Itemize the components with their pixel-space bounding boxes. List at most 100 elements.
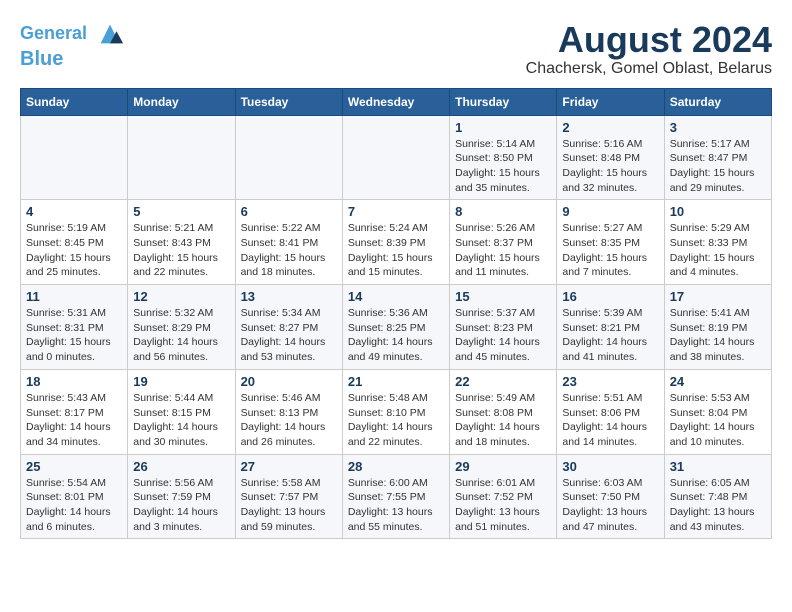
day-cell: 15 Sunrise: 5:37 AMSunset: 8:23 PMDayligh…	[450, 285, 557, 370]
day-info: Sunrise: 5:53 AMSunset: 8:04 PMDaylight:…	[670, 391, 766, 450]
day-number: 4	[26, 204, 122, 219]
logo: General Blue	[20, 20, 124, 70]
header-day-tuesday: Tuesday	[235, 88, 342, 115]
week-row-4: 18 Sunrise: 5:43 AMSunset: 8:17 PMDayligh…	[21, 369, 772, 454]
day-info: Sunrise: 5:17 AMSunset: 8:47 PMDaylight:…	[670, 137, 766, 196]
day-info: Sunrise: 5:54 AMSunset: 8:01 PMDaylight:…	[26, 476, 122, 535]
day-number: 6	[241, 204, 337, 219]
day-cell: 3 Sunrise: 5:17 AMSunset: 8:47 PMDaylight…	[664, 115, 771, 200]
week-row-5: 25 Sunrise: 5:54 AMSunset: 8:01 PMDayligh…	[21, 454, 772, 539]
day-number: 15	[455, 289, 551, 304]
header-day-saturday: Saturday	[664, 88, 771, 115]
day-cell: 2Sunrise: 5:16 AMSunset: 8:48 PMDaylight…	[557, 115, 664, 200]
day-number: 8	[455, 204, 551, 219]
day-cell: 21 Sunrise: 5:48 AMSunset: 8:10 PMDayligh…	[342, 369, 449, 454]
day-cell: 8 Sunrise: 5:26 AMSunset: 8:37 PMDaylight…	[450, 200, 557, 285]
day-cell: 6 Sunrise: 5:22 AMSunset: 8:41 PMDaylight…	[235, 200, 342, 285]
header-row: SundayMondayTuesdayWednesdayThursdayFrid…	[21, 88, 772, 115]
day-cell: 12 Sunrise: 5:32 AMSunset: 8:29 PMDayligh…	[128, 285, 235, 370]
day-info: Sunrise: 5:21 AMSunset: 8:43 PMDaylight:…	[133, 221, 229, 280]
day-number: 1	[455, 120, 551, 135]
logo-blue: Blue	[20, 48, 63, 70]
day-cell: 10Sunrise: 5:29 AMSunset: 8:33 PMDayligh…	[664, 200, 771, 285]
day-cell: 1Sunrise: 5:14 AMSunset: 8:50 PMDaylight…	[450, 115, 557, 200]
day-info: Sunrise: 5:49 AMSunset: 8:08 PMDaylight:…	[455, 391, 551, 450]
day-number: 24	[670, 374, 766, 389]
calendar-title: August 2024	[526, 20, 772, 60]
day-cell: 29 Sunrise: 6:01 AMSunset: 7:52 PMDayligh…	[450, 454, 557, 539]
day-cell: 28Sunrise: 6:00 AMSunset: 7:55 PMDayligh…	[342, 454, 449, 539]
day-cell: 23 Sunrise: 5:51 AMSunset: 8:06 PMDayligh…	[557, 369, 664, 454]
day-cell: 4 Sunrise: 5:19 AMSunset: 8:45 PMDaylight…	[21, 200, 128, 285]
day-number: 12	[133, 289, 229, 304]
day-cell: 16 Sunrise: 5:39 AMSunset: 8:21 PMDayligh…	[557, 285, 664, 370]
day-number: 29	[455, 459, 551, 474]
day-cell	[128, 115, 235, 200]
day-number: 23	[562, 374, 658, 389]
logo-general: General	[20, 23, 87, 43]
day-number: 13	[241, 289, 337, 304]
day-cell: 18 Sunrise: 5:43 AMSunset: 8:17 PMDayligh…	[21, 369, 128, 454]
day-number: 26	[133, 459, 229, 474]
day-info: Sunrise: 5:26 AMSunset: 8:37 PMDaylight:…	[455, 221, 551, 280]
day-cell: 20Sunrise: 5:46 AMSunset: 8:13 PMDayligh…	[235, 369, 342, 454]
day-cell: 9Sunrise: 5:27 AMSunset: 8:35 PMDaylight…	[557, 200, 664, 285]
day-number: 28	[348, 459, 444, 474]
day-info: Sunrise: 5:29 AMSunset: 8:33 PMDaylight:…	[670, 221, 766, 280]
day-cell: 17 Sunrise: 5:41 AMSunset: 8:19 PMDayligh…	[664, 285, 771, 370]
day-info: Sunrise: 5:19 AMSunset: 8:45 PMDaylight:…	[26, 221, 122, 280]
day-number: 7	[348, 204, 444, 219]
day-info: Sunrise: 5:56 AMSunset: 7:59 PMDaylight:…	[133, 476, 229, 535]
day-cell: 25 Sunrise: 5:54 AMSunset: 8:01 PMDayligh…	[21, 454, 128, 539]
header-day-thursday: Thursday	[450, 88, 557, 115]
day-info: Sunrise: 5:39 AMSunset: 8:21 PMDaylight:…	[562, 306, 658, 365]
day-info: Sunrise: 5:44 AMSunset: 8:15 PMDaylight:…	[133, 391, 229, 450]
header-day-wednesday: Wednesday	[342, 88, 449, 115]
day-number: 5	[133, 204, 229, 219]
day-number: 11	[26, 289, 122, 304]
day-info: Sunrise: 5:31 AMSunset: 8:31 PMDaylight:…	[26, 306, 122, 365]
calendar-subtitle: Chachersk, Gomel Oblast, Belarus	[526, 60, 772, 78]
day-number: 17	[670, 289, 766, 304]
day-info: Sunrise: 5:43 AMSunset: 8:17 PMDaylight:…	[26, 391, 122, 450]
day-cell: 19 Sunrise: 5:44 AMSunset: 8:15 PMDayligh…	[128, 369, 235, 454]
week-row-1: 1Sunrise: 5:14 AMSunset: 8:50 PMDaylight…	[21, 115, 772, 200]
week-row-3: 11 Sunrise: 5:31 AMSunset: 8:31 PMDayligh…	[21, 285, 772, 370]
day-number: 19	[133, 374, 229, 389]
day-info: Sunrise: 5:41 AMSunset: 8:19 PMDaylight:…	[670, 306, 766, 365]
day-number: 9	[562, 204, 658, 219]
calendar-body: 1Sunrise: 5:14 AMSunset: 8:50 PMDaylight…	[21, 115, 772, 539]
day-info: Sunrise: 5:58 AMSunset: 7:57 PMDaylight:…	[241, 476, 337, 535]
day-number: 31	[670, 459, 766, 474]
day-cell: 22 Sunrise: 5:49 AMSunset: 8:08 PMDayligh…	[450, 369, 557, 454]
day-info: Sunrise: 6:01 AMSunset: 7:52 PMDaylight:…	[455, 476, 551, 535]
day-number: 3	[670, 120, 766, 135]
day-number: 27	[241, 459, 337, 474]
day-number: 14	[348, 289, 444, 304]
day-info: Sunrise: 5:48 AMSunset: 8:10 PMDaylight:…	[348, 391, 444, 450]
page-header: General Blue August 2024 Chachersk, Gome…	[20, 20, 772, 78]
day-number: 22	[455, 374, 551, 389]
day-cell: 13 Sunrise: 5:34 AMSunset: 8:27 PMDayligh…	[235, 285, 342, 370]
day-cell: 7 Sunrise: 5:24 AMSunset: 8:39 PMDaylight…	[342, 200, 449, 285]
day-number: 18	[26, 374, 122, 389]
day-cell	[235, 115, 342, 200]
day-info: Sunrise: 5:24 AMSunset: 8:39 PMDaylight:…	[348, 221, 444, 280]
day-cell: 14Sunrise: 5:36 AMSunset: 8:25 PMDayligh…	[342, 285, 449, 370]
day-number: 25	[26, 459, 122, 474]
calendar-table: SundayMondayTuesdayWednesdayThursdayFrid…	[20, 88, 772, 540]
day-info: Sunrise: 5:32 AMSunset: 8:29 PMDaylight:…	[133, 306, 229, 365]
day-cell	[342, 115, 449, 200]
day-info: Sunrise: 5:51 AMSunset: 8:06 PMDaylight:…	[562, 391, 658, 450]
header-day-sunday: Sunday	[21, 88, 128, 115]
day-info: Sunrise: 5:22 AMSunset: 8:41 PMDaylight:…	[241, 221, 337, 280]
day-info: Sunrise: 5:34 AMSunset: 8:27 PMDaylight:…	[241, 306, 337, 365]
day-number: 16	[562, 289, 658, 304]
day-number: 30	[562, 459, 658, 474]
day-number: 2	[562, 120, 658, 135]
day-number: 21	[348, 374, 444, 389]
day-info: Sunrise: 5:46 AMSunset: 8:13 PMDaylight:…	[241, 391, 337, 450]
day-cell: 27 Sunrise: 5:58 AMSunset: 7:57 PMDayligh…	[235, 454, 342, 539]
day-info: Sunrise: 5:37 AMSunset: 8:23 PMDaylight:…	[455, 306, 551, 365]
day-cell: 30Sunrise: 6:03 AMSunset: 7:50 PMDayligh…	[557, 454, 664, 539]
